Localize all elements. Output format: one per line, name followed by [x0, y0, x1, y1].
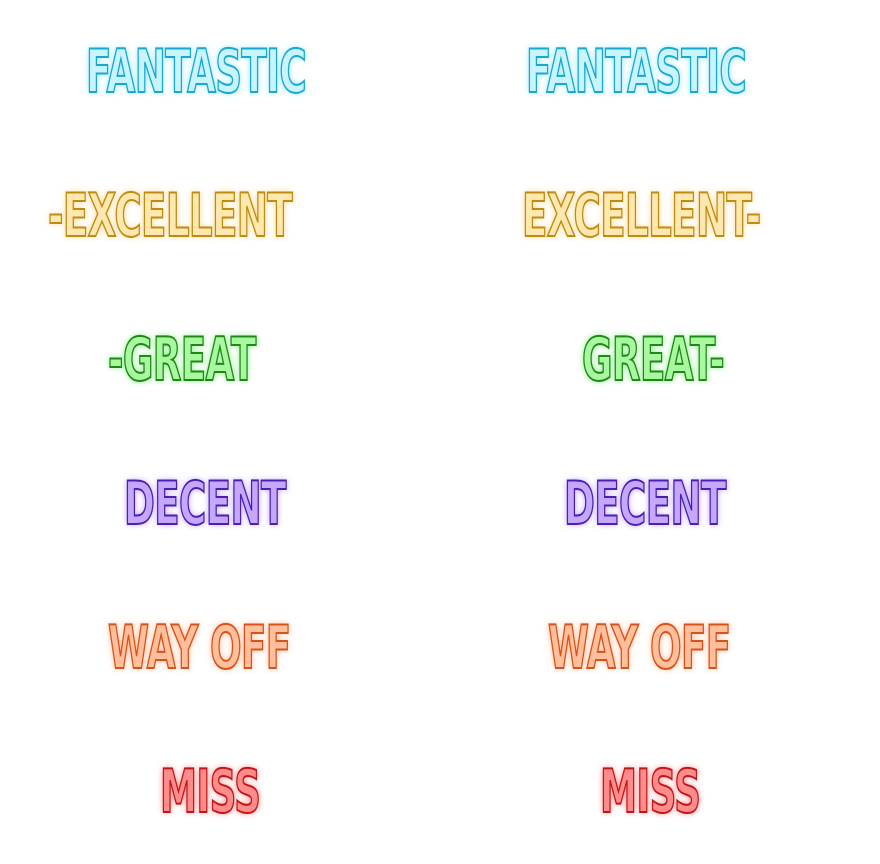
judgment-decent-late: DECENT — [563, 468, 727, 540]
judgment-row-fantastic: FANTASTIC — [440, 0, 880, 144]
judgment-row-great: -GREAT — [0, 288, 440, 432]
judgment-column-early: FANTASTIC -EXCELLENT -GREAT DECENT WAY O… — [0, 0, 440, 864]
judgment-row-miss: MISS — [440, 720, 880, 864]
judgment-way-off-early: WAY OFF — [107, 612, 291, 684]
judgment-row-excellent: -EXCELLENT — [0, 144, 440, 288]
judgment-fantastic-early: FANTASTIC — [85, 36, 307, 108]
judgment-row-way-off: WAY OFF — [0, 576, 440, 720]
judgment-row-way-off: WAY OFF — [440, 576, 880, 720]
judgment-row-great: GREAT- — [440, 288, 880, 432]
judgment-fantastic-late: FANTASTIC — [525, 36, 747, 108]
judgment-row-fantastic: FANTASTIC — [0, 0, 440, 144]
judgment-decent-early: DECENT — [123, 468, 287, 540]
judgment-excellent-early: -EXCELLENT — [47, 180, 293, 252]
judgment-row-excellent: EXCELLENT- — [440, 144, 880, 288]
judgment-row-miss: MISS — [0, 720, 440, 864]
judgment-great-early: -GREAT — [107, 324, 256, 396]
judgment-sprite-sheet: FANTASTIC -EXCELLENT -GREAT DECENT WAY O… — [0, 0, 880, 864]
judgment-column-late: FANTASTIC EXCELLENT- GREAT- DECENT WAY O… — [440, 0, 880, 864]
judgment-row-decent: DECENT — [0, 432, 440, 576]
judgment-row-decent: DECENT — [440, 432, 880, 576]
judgment-miss-early: MISS — [159, 756, 261, 828]
judgment-excellent-late: EXCELLENT- — [521, 180, 761, 252]
judgment-great-late: GREAT- — [581, 324, 725, 396]
judgment-miss-late: MISS — [599, 756, 701, 828]
judgment-way-off-late: WAY OFF — [547, 612, 731, 684]
